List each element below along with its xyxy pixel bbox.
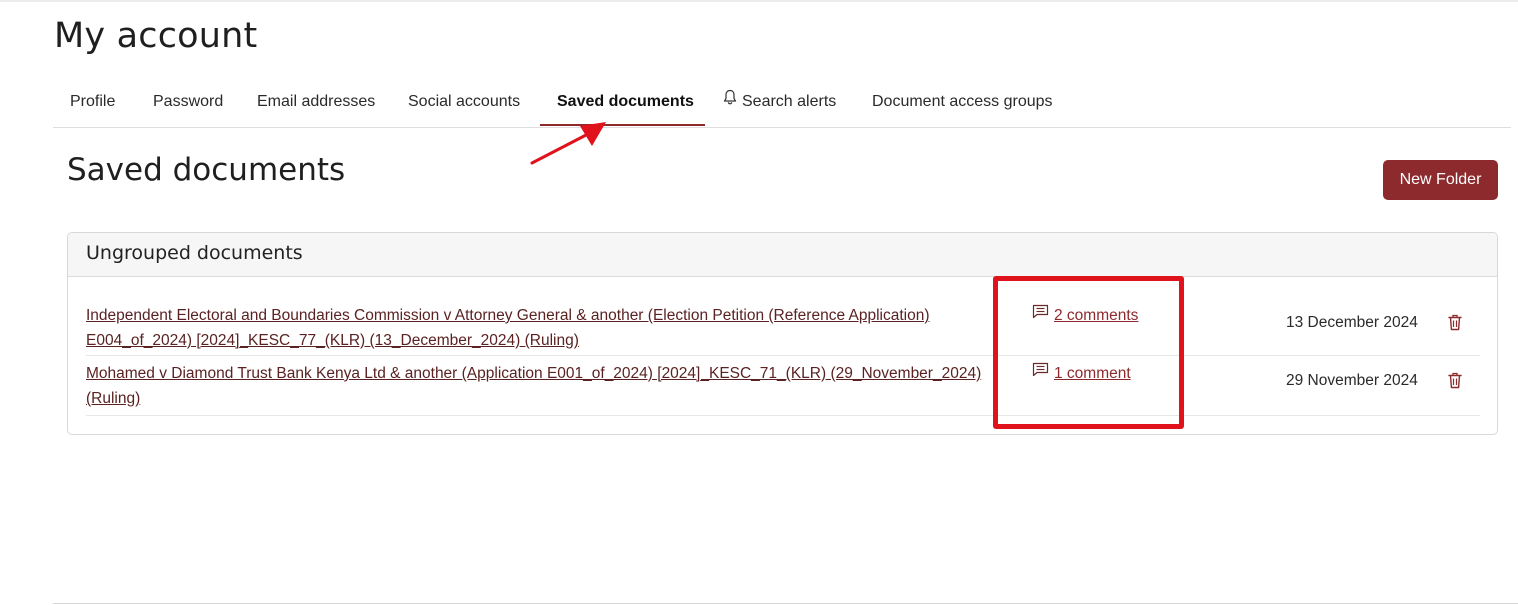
page-title: My account	[54, 16, 258, 56]
tab-profile[interactable]: Profile	[70, 80, 115, 126]
document-link[interactable]: Mohamed v Diamond Trust Bank Kenya Ltd &…	[86, 361, 986, 411]
tab-social-accounts[interactable]: Social accounts	[408, 80, 520, 126]
new-folder-button[interactable]: New Folder	[1383, 160, 1498, 200]
saved-date: 13 December 2024	[1286, 314, 1418, 331]
card-header: Ungrouped documents	[68, 233, 1497, 277]
card-title: Ungrouped documents	[86, 242, 303, 264]
document-row: Mohamed v Diamond Trust Bank Kenya Ltd &…	[86, 356, 1480, 416]
footer-divider	[53, 603, 1518, 604]
document-row: Independent Electoral and Boundaries Com…	[86, 299, 1480, 356]
tab-search-alerts-label: Search alerts	[742, 93, 837, 110]
bell-icon	[723, 79, 737, 122]
section-title: Saved documents	[67, 152, 346, 188]
tab-password[interactable]: Password	[153, 80, 223, 126]
ungrouped-documents-card: Ungrouped documents Independent Electora…	[67, 232, 1498, 435]
document-link[interactable]: Independent Electoral and Boundaries Com…	[86, 303, 986, 353]
annotation-arrow	[530, 122, 606, 165]
saved-date: 29 November 2024	[1286, 372, 1418, 389]
trash-icon[interactable]	[1448, 372, 1462, 394]
tab-document-access-groups[interactable]: Document access groups	[872, 80, 1053, 126]
top-border	[0, 0, 1518, 2]
trash-icon[interactable]	[1448, 314, 1462, 336]
account-tabs: Profile Password Email addresses Social …	[53, 80, 1511, 128]
tab-email-addresses[interactable]: Email addresses	[257, 80, 375, 126]
annotation-highlight-box	[993, 276, 1184, 429]
tab-search-alerts[interactable]: Search alerts	[723, 80, 836, 126]
